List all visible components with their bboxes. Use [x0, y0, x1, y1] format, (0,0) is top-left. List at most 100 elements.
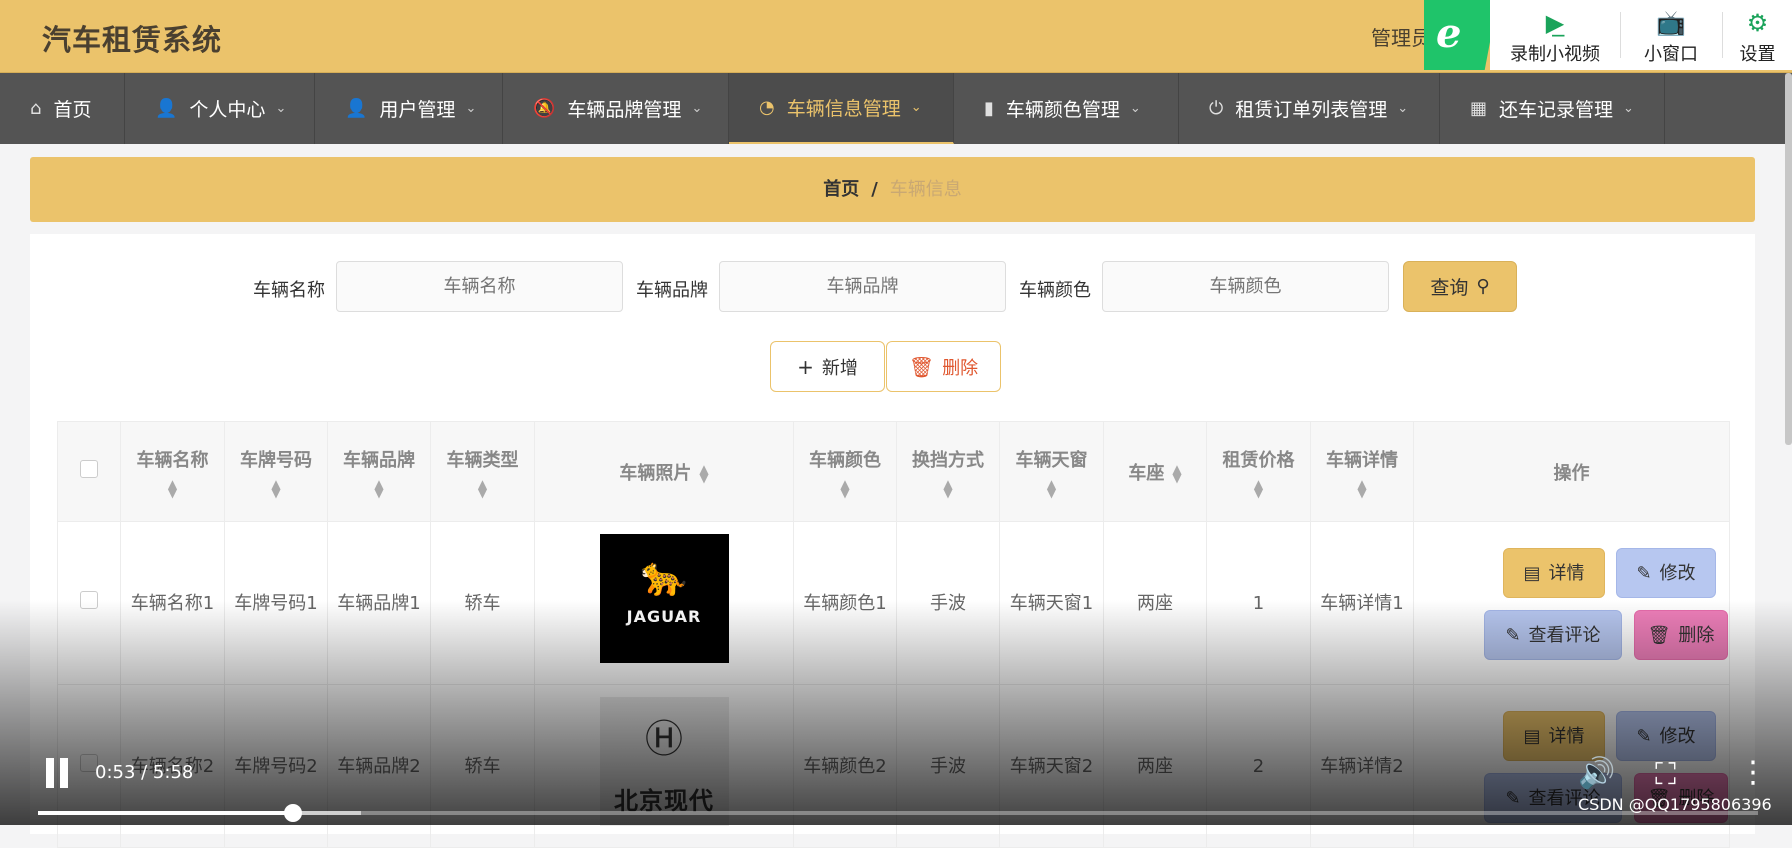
table-cell: 手波: [896, 684, 1000, 848]
nav-item-colors[interactable]: ▮ 车辆颜色管理 ⌄: [954, 73, 1179, 144]
document-icon: ▤: [1523, 562, 1541, 584]
table-row: 车辆名称2 车牌号码2 车辆品牌2 轿车 Ⓗ 北京现代 车辆颜色2 手波 车辆天…: [57, 684, 1730, 848]
delete-button-label: 删除: [942, 357, 979, 379]
mini-window-button[interactable]: 📺 小窗口: [1621, 0, 1721, 70]
vehicle-photo[interactable]: 🐆 JAGUAR: [599, 534, 729, 663]
pause-button[interactable]: [44, 758, 70, 788]
table-cell: 车辆颜色2: [793, 684, 897, 848]
bar-chart-icon: ▮: [984, 98, 994, 119]
add-button[interactable]: + 新增: [770, 341, 885, 392]
sort-icon[interactable]: ▲ ▼: [795, 478, 895, 499]
add-button-label: 新增: [821, 357, 858, 379]
detail-label: 详情: [1548, 725, 1585, 747]
fullscreen-icon[interactable]: ⛶: [1655, 757, 1676, 792]
nav-item-users[interactable]: 👤 用户管理 ⌄: [315, 73, 503, 144]
admin-label[interactable]: 管理员: [1371, 22, 1431, 51]
trash-icon: 🗑: [1647, 624, 1671, 646]
view-reviews-button[interactable]: ✎ 查看评论: [1484, 610, 1622, 660]
batch-delete-button[interactable]: 🗑 删除: [886, 341, 1001, 392]
sort-icon[interactable]: ▲ ▼: [122, 478, 223, 499]
vehicle-color-input[interactable]: [1102, 261, 1389, 312]
table-cell: 轿车: [430, 684, 535, 848]
column-header[interactable]: 车牌号码 ▲ ▼: [224, 421, 328, 522]
pencil-icon: ✎: [1505, 624, 1521, 646]
extension-logo[interactable]: e: [1424, 0, 1498, 70]
breadcrumb: 首页 / 车辆信息: [30, 157, 1755, 222]
column-header[interactable]: 车辆品牌 ▲ ▼: [327, 421, 431, 522]
vehicle-name-input[interactable]: [336, 261, 623, 312]
row-delete-button[interactable]: 🗑 删除: [1634, 610, 1728, 660]
page-scrollbar[interactable]: [1785, 73, 1792, 445]
settings-button[interactable]: ⚙ 设置: [1723, 0, 1792, 70]
nav-item-brands[interactable]: 🔕 车辆品牌管理 ⌄: [503, 73, 729, 144]
nav-item-vehicle-info[interactable]: ◔ 车辆信息管理 ⌄: [729, 73, 954, 144]
breadcrumb-current: 车辆信息: [889, 179, 962, 200]
video-progress-fill: [38, 811, 293, 815]
video-progress-knob[interactable]: [283, 804, 302, 822]
detail-button[interactable]: ▤ 详情: [1503, 548, 1605, 598]
sort-icon[interactable]: ▲ ▼: [1001, 478, 1102, 499]
video-progress-bar[interactable]: [38, 804, 1758, 822]
row-checkbox[interactable]: [80, 590, 98, 609]
app-title: 汽车租赁系统: [42, 23, 223, 57]
sort-icon[interactable]: ▲ ▼: [1172, 463, 1181, 484]
detail-button[interactable]: ▤ 详情: [1503, 711, 1605, 761]
sort-icon[interactable]: ▲ ▼: [226, 478, 326, 499]
mini-window-label: 小窗口: [1644, 44, 1698, 65]
chevron-down-icon: ⌄: [1129, 101, 1141, 116]
column-header-label: 车辆照片: [619, 462, 692, 484]
nav-item-orders[interactable]: ⏻ 租赁订单列表管理 ⌄: [1179, 73, 1440, 144]
column-header[interactable]: 车辆颜色 ▲ ▼: [793, 421, 897, 522]
search-brand-label: 车辆品牌: [636, 280, 708, 301]
edit-button[interactable]: ✎ 修改: [1616, 548, 1716, 598]
table-cell: 车辆品牌1: [327, 521, 431, 685]
table-row: 车辆名称1 车牌号码1 车辆品牌1 轿车 🐆 JAGUAR 车辆颜色1 手波 车…: [57, 521, 1730, 685]
extension-logo-letter: e: [1436, 10, 1462, 57]
column-header[interactable]: 车辆详情 ▲ ▼: [1310, 421, 1414, 522]
sort-icon[interactable]: ▲ ▼: [699, 463, 708, 484]
column-header[interactable]: 换挡方式 ▲ ▼: [896, 421, 1000, 522]
vehicle-brand-input[interactable]: [719, 261, 1006, 312]
breadcrumb-home[interactable]: 首页: [823, 179, 859, 200]
more-options-icon[interactable]: ⋮: [1738, 755, 1768, 790]
column-header[interactable]: 车辆名称 ▲ ▼: [120, 421, 225, 522]
grid-icon: ▦: [1470, 98, 1488, 119]
jaguar-emblem-icon: 🐆: [640, 554, 688, 598]
edit-label: 修改: [1659, 725, 1696, 747]
column-header[interactable]: 车辆天窗 ▲ ▼: [999, 421, 1104, 522]
column-header[interactable]: 车辆照片 ▲ ▼: [534, 421, 794, 522]
table-cell: 车牌号码1: [224, 521, 328, 685]
query-button[interactable]: 查询 ⚲: [1403, 261, 1517, 312]
sort-icon[interactable]: ▲ ▼: [432, 478, 533, 499]
select-all-checkbox[interactable]: [80, 460, 98, 478]
nav-item-returns[interactable]: ▦ 还车记录管理 ⌄: [1440, 73, 1665, 144]
video-time: 0:53 / 5:58: [95, 762, 194, 783]
table-cell: 车辆品牌2: [327, 684, 431, 848]
ops-cell: ▤ 详情 ✎ 修改 ✎ 查看评论 🗑 删除: [1413, 684, 1730, 848]
nav-item-label: 车辆品牌管理: [567, 99, 682, 121]
nav-item-home[interactable]: ⌂ 首页: [0, 73, 125, 144]
vehicle-table: 车辆名称 ▲ ▼ 车牌号码 ▲ ▼ 车辆品牌 ▲ ▼ 车辆类型 ▲ ▼ 车辆照片 ▲ ▼ 车辆颜色 ▲…: [57, 421, 1730, 848]
column-header[interactable]: 车座 ▲ ▼: [1103, 421, 1207, 522]
table-cell: 1: [1206, 521, 1311, 685]
volume-icon[interactable]: 🔊: [1578, 756, 1615, 791]
column-header[interactable]: 车辆类型 ▲ ▼: [430, 421, 535, 522]
sort-icon[interactable]: ▲ ▼: [898, 478, 998, 499]
column-header-label: 车辆天窗: [1015, 449, 1088, 471]
ops-cell: ▤ 详情 ✎ 修改 ✎ 查看评论 🗑 删除: [1413, 521, 1730, 685]
column-header-label: 操作: [1553, 462, 1590, 484]
row-actions: ▤ 详情 ✎ 修改 ✎ 查看评论 🗑 删除: [1415, 686, 1728, 846]
column-header[interactable]: 租赁价格 ▲ ▼: [1206, 421, 1311, 522]
record-video-button[interactable]: ▶̲ 录制小视频: [1490, 0, 1620, 70]
breadcrumb-separator: /: [871, 179, 878, 200]
table-cell: 车辆颜色1: [793, 521, 897, 685]
nav-item-profile[interactable]: 👤 个人中心 ⌄: [125, 73, 315, 144]
pause-icon: [46, 758, 54, 788]
sort-icon[interactable]: ▲ ▼: [1312, 478, 1412, 499]
record-video-label: 录制小视频: [1510, 44, 1600, 65]
edit-button[interactable]: ✎ 修改: [1616, 711, 1716, 761]
vehicle-photo[interactable]: Ⓗ 北京现代: [599, 697, 729, 826]
pencil-icon: ✎: [1636, 562, 1652, 584]
sort-icon[interactable]: ▲ ▼: [329, 478, 429, 499]
sort-icon[interactable]: ▲ ▼: [1208, 478, 1309, 499]
